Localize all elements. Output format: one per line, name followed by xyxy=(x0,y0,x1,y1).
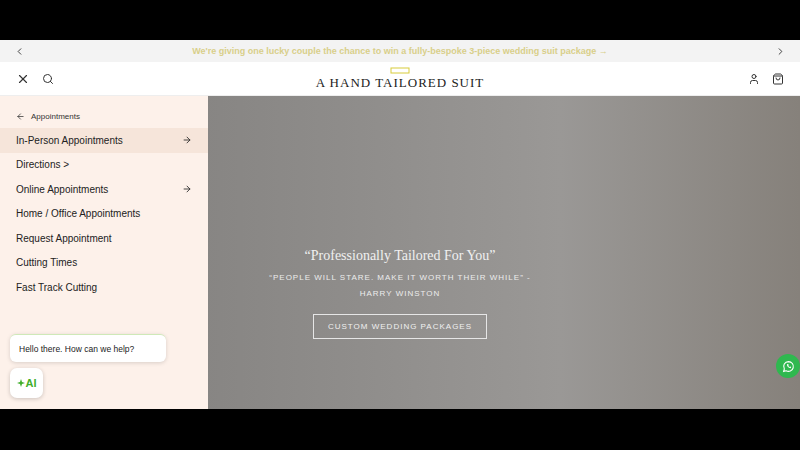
site-header: A HAND TAILORED SUIT xyxy=(0,62,800,96)
menu-item[interactable]: Home / Office Appointments xyxy=(0,202,208,227)
whatsapp-icon xyxy=(782,360,795,373)
search-icon xyxy=(42,73,54,85)
menu-item[interactable]: Online Appointments xyxy=(0,177,208,202)
chat-greeting[interactable]: Hello there. How can we help? xyxy=(10,334,166,362)
whatsapp-button[interactable] xyxy=(776,354,800,378)
search-button[interactable] xyxy=(42,73,54,85)
main-area: “Professionally Tailored For You” “PEOPLE… xyxy=(0,96,800,409)
hero-button[interactable]: CUSTOM WEDDING PACKAGES xyxy=(313,314,487,339)
close-menu-button[interactable] xyxy=(16,72,30,86)
menu-item[interactable]: In-Person Appointments xyxy=(0,128,208,153)
logo-mark-icon xyxy=(390,67,410,74)
account-button[interactable] xyxy=(748,73,760,85)
page: We're giving one lucky couple the chance… xyxy=(0,0,800,450)
announcement-text[interactable]: We're giving one lucky couple the chance… xyxy=(192,46,608,56)
sparkle-icon xyxy=(17,379,25,387)
menu-item[interactable]: Cutting Times xyxy=(0,251,208,276)
cart-icon xyxy=(772,73,784,85)
next-announcement-button[interactable] xyxy=(775,46,786,57)
menu-item[interactable]: Request Appointment xyxy=(0,226,208,251)
close-icon xyxy=(16,72,30,86)
header-left xyxy=(16,72,136,86)
arrow-right-icon xyxy=(182,184,192,194)
chevron-left-icon xyxy=(14,46,25,57)
hero-title: “Professionally Tailored For You” xyxy=(305,248,496,264)
arrow-left-icon xyxy=(16,112,25,121)
menu-item[interactable]: Directions > xyxy=(0,153,208,178)
header-right xyxy=(664,73,784,85)
top-letterbox xyxy=(0,0,800,40)
cart-button[interactable] xyxy=(772,73,784,85)
announcement-bar: We're giving one lucky couple the chance… xyxy=(0,40,800,62)
chat-launcher[interactable]: AI xyxy=(10,368,43,398)
menu-item[interactable]: Fast Track Cutting xyxy=(0,275,208,300)
hero-quote: “PEOPLE WILL STARE. MAKE IT WORTH THEIR … xyxy=(265,270,535,302)
menu-list: In-Person AppointmentsDirections >Online… xyxy=(0,128,208,300)
logo-text: A HAND TAILORED SUIT xyxy=(316,75,485,91)
arrow-right-icon xyxy=(182,135,192,145)
menu-back-button[interactable]: Appointments xyxy=(0,108,208,124)
logo[interactable]: A HAND TAILORED SUIT xyxy=(136,67,664,91)
menu-drawer: Appointments In-Person AppointmentsDirect… xyxy=(0,96,208,409)
previous-announcement-button[interactable] xyxy=(14,46,25,57)
user-icon xyxy=(748,73,760,85)
bottom-letterbox xyxy=(0,409,800,450)
chevron-right-icon xyxy=(775,46,786,57)
